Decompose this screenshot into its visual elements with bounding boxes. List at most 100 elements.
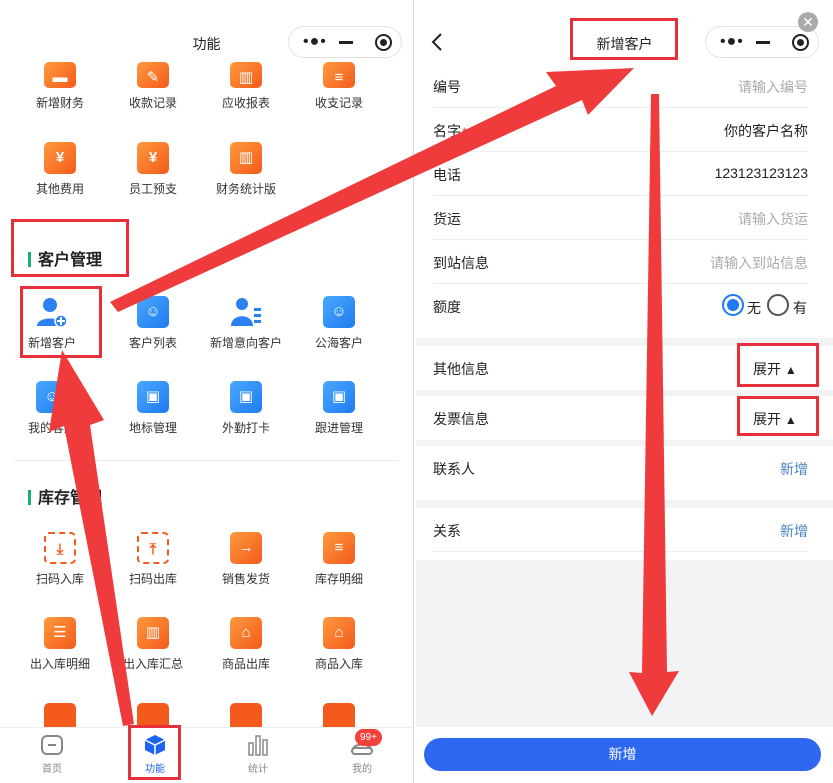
grid-item-partial[interactable] bbox=[137, 703, 169, 727]
grid-item-label: 其他费用 bbox=[35, 182, 84, 196]
briefcase-icon: ▣ bbox=[230, 381, 262, 413]
dismiss-icon[interactable]: ✕ bbox=[798, 12, 818, 32]
grid-item-label: 商品出库 bbox=[221, 657, 270, 671]
grid-item-label: 财务统计版 bbox=[215, 182, 276, 196]
grid-item-field-checkin[interactable]: ▣ 外勤打卡 bbox=[200, 381, 292, 436]
add-relation-link[interactable]: 新增 bbox=[780, 521, 808, 541]
quota-yes-label[interactable]: 有 bbox=[793, 298, 807, 318]
name-input[interactable]: 你的客户名称 bbox=[724, 121, 808, 141]
form-row-arrival[interactable]: 到站信息 请输入到站信息 bbox=[416, 240, 833, 284]
grid-item-partial[interactable] bbox=[44, 703, 76, 727]
grid-item-follow-up[interactable]: ▣ 跟进管理 bbox=[293, 381, 385, 436]
relation-label: 关系 bbox=[433, 523, 461, 539]
number-input[interactable]: 请输入编号 bbox=[738, 77, 808, 97]
grid-item-inout-detail[interactable]: ☰ 出入库明细 bbox=[14, 617, 106, 672]
quota-radio-yes[interactable] bbox=[767, 294, 789, 316]
minimize-icon[interactable] bbox=[339, 41, 353, 44]
grid-item-goods-out[interactable]: ⌂ 商品出库 bbox=[200, 617, 292, 672]
grid-item-label: 公海客户 bbox=[314, 336, 363, 350]
grid-item-label: 我的客户 bbox=[27, 421, 76, 435]
grid-item-public-customers[interactable]: ☺ 公海客户 bbox=[293, 296, 385, 351]
grid-item-sales-shipping[interactable]: → 销售发货 bbox=[200, 532, 292, 587]
contact-card-icon: ☺ bbox=[137, 296, 169, 328]
grid-item-add-prospect[interactable]: 新增意向客户 bbox=[200, 296, 292, 351]
phone-input[interactable]: 123123123123 bbox=[715, 165, 808, 181]
tab-home[interactable]: 首页 bbox=[22, 734, 82, 775]
home-icon bbox=[41, 735, 63, 755]
grid-item-scan-in[interactable]: ⤓ 扫码入库 bbox=[14, 532, 106, 587]
grid-item-landmark-management[interactable]: ▣ 地标管理 bbox=[107, 381, 199, 436]
grid-item-stock-detail[interactable]: ≡ 库存明细 bbox=[293, 532, 385, 587]
form-row-freight[interactable]: 货运 请输入货运 bbox=[416, 196, 833, 240]
grid-item-receivable-report[interactable]: ▥ 应收报表 bbox=[200, 62, 292, 111]
yen-icon: ¥ bbox=[44, 142, 76, 174]
tab-label: 我的 bbox=[352, 764, 372, 775]
grid-item-payment-records[interactable]: ✎ 收款记录 bbox=[107, 62, 199, 111]
section-title-text: 库存管理 bbox=[38, 490, 103, 507]
grid-item-partial[interactable] bbox=[230, 703, 262, 727]
contact-label: 联系人 bbox=[433, 461, 475, 477]
other-info-label: 其他信息 bbox=[433, 361, 489, 377]
bottom-tab-bar: 首页 功能 统计 我的 bbox=[0, 727, 413, 783]
highlight-add-customer bbox=[20, 286, 102, 358]
form-row-name[interactable]: 名字* 你的客户名称 bbox=[416, 108, 833, 152]
section-gap bbox=[416, 500, 833, 508]
inventory-section-title: 库存管理 bbox=[28, 484, 102, 508]
arrival-input[interactable]: 请输入到站信息 bbox=[710, 253, 808, 273]
functions-screen: 功能 •●• ▬ 新增财务 ✎ 收款记录 ▥ 应收报表 ≡ 收支记录 ¥ 其他费… bbox=[0, 0, 414, 783]
grid-item-label: 库存明细 bbox=[314, 572, 363, 586]
grid-item-inout-summary[interactable]: ▥ 出入库汇总 bbox=[107, 617, 199, 672]
grid-item-goods-in[interactable]: ⌂ 商品入库 bbox=[293, 617, 385, 672]
section-accent-bar bbox=[28, 490, 31, 505]
close-target-icon[interactable] bbox=[792, 34, 809, 51]
tab-statistics[interactable]: 统计 bbox=[228, 734, 288, 775]
grid-item-label: 销售发货 bbox=[221, 572, 270, 586]
freight-label: 货运 bbox=[433, 211, 461, 227]
quota-none-label[interactable]: 无 bbox=[747, 298, 761, 318]
grid-item-scan-out[interactable]: ⤒ 扫码出库 bbox=[107, 532, 199, 587]
highlight-other-info-expand bbox=[737, 343, 819, 387]
receipt-icon: ≡ bbox=[323, 62, 355, 88]
grid-item-partial[interactable] bbox=[323, 703, 355, 727]
close-target-icon[interactable] bbox=[375, 34, 392, 51]
scan-out-icon: ⤒ bbox=[137, 532, 169, 564]
form-row-contact: 联系人 新增 bbox=[416, 446, 833, 490]
contact-card-icon: ☺ bbox=[323, 296, 355, 328]
form-row-phone[interactable]: 电话 123123123123 bbox=[416, 152, 833, 196]
briefcase-icon: ▣ bbox=[137, 381, 169, 413]
form-row-quota: 额度 无 有 bbox=[416, 284, 833, 328]
more-icon[interactable]: •●• bbox=[720, 33, 744, 51]
functions-header: 功能 •●• bbox=[0, 20, 413, 66]
grid-item-label: 出入库明细 bbox=[29, 657, 90, 671]
chart-icon: ▥ bbox=[137, 617, 169, 649]
highlight-invoice-expand bbox=[737, 396, 819, 436]
grid-item-customer-list[interactable]: ☺ 客户列表 bbox=[107, 296, 199, 351]
edit-record-icon: ✎ bbox=[137, 62, 169, 88]
grid-item-add-finance[interactable]: ▬ 新增财务 bbox=[14, 62, 106, 111]
number-label: 编号 bbox=[433, 79, 461, 95]
phone-label: 电话 bbox=[433, 167, 461, 183]
minimize-icon[interactable] bbox=[756, 41, 770, 44]
invoice-label: 发票信息 bbox=[433, 411, 489, 427]
mini-program-capsule[interactable]: •●• bbox=[288, 26, 402, 58]
freight-input[interactable]: 请输入货运 bbox=[738, 209, 808, 229]
highlight-page-title bbox=[570, 18, 678, 60]
briefcase-icon: ▣ bbox=[323, 381, 355, 413]
more-icon[interactable]: •●• bbox=[303, 33, 327, 51]
grid-item-other-fees[interactable]: ¥ 其他费用 bbox=[14, 142, 106, 197]
form-row-number[interactable]: 编号 请输入编号 bbox=[416, 64, 833, 108]
grid-item-staff-advance[interactable]: ¥ 员工预支 bbox=[107, 142, 199, 197]
warehouse-out-icon: ⌂ bbox=[230, 617, 262, 649]
quota-radio-none[interactable] bbox=[722, 294, 744, 316]
arrival-label: 到站信息 bbox=[433, 255, 489, 271]
grid-item-label: 收支记录 bbox=[314, 96, 363, 110]
tab-label: 首页 bbox=[42, 764, 62, 775]
grid-item-my-customers[interactable]: ☺ 我的客户 bbox=[6, 381, 98, 436]
grid-item-income-expense[interactable]: ≡ 收支记录 bbox=[293, 62, 385, 111]
form-row-relation: 关系 新增 bbox=[416, 508, 833, 552]
submit-button[interactable]: 新增 bbox=[424, 738, 821, 771]
add-contact-link[interactable]: 新增 bbox=[780, 459, 808, 479]
grid-item-finance-stats[interactable]: ▥ 财务统计版 bbox=[200, 142, 292, 197]
mini-program-capsule[interactable]: •●• bbox=[705, 26, 819, 58]
wallet-icon: ▬ bbox=[44, 62, 76, 88]
